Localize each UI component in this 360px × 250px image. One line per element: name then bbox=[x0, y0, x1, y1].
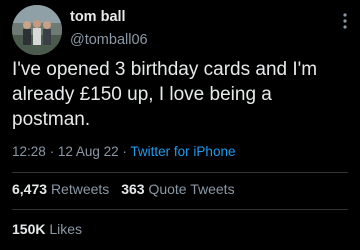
tweet-meta: 12:28 · 12 Aug 22 · Twitter for iPhone bbox=[12, 144, 235, 159]
retweets-count: 6,473 bbox=[12, 181, 48, 197]
display-name[interactable]: tom ball bbox=[70, 9, 126, 25]
likes-count: 150K bbox=[12, 221, 46, 237]
tweet-stats: 6,473 Retweets 363 Quote Tweets bbox=[12, 181, 243, 197]
tweet-date[interactable]: 12 Aug 22 bbox=[58, 144, 119, 159]
quotes-label: Quote Tweets bbox=[148, 181, 235, 197]
meta-separator: · bbox=[122, 144, 127, 159]
tweet-card: tom ball @tomball06 I've opened 3 birthd… bbox=[0, 0, 360, 250]
avatar-photo bbox=[12, 5, 62, 55]
retweets-label: Retweets bbox=[50, 181, 110, 197]
tweet-source-link[interactable]: Twitter for iPhone bbox=[130, 144, 235, 159]
divider bbox=[12, 209, 348, 210]
divider bbox=[12, 172, 348, 173]
more-options-icon[interactable] bbox=[342, 12, 348, 30]
meta-separator: · bbox=[49, 144, 55, 159]
tweet-time[interactable]: 12:28 bbox=[12, 144, 46, 159]
tweet-text: I've opened 3 birthday cards and I'm alr… bbox=[12, 59, 318, 130]
quotes-count: 363 bbox=[121, 181, 145, 197]
retweets-stat[interactable]: 6,473 Retweets bbox=[12, 181, 113, 197]
avatar[interactable] bbox=[12, 5, 62, 55]
likes-label: Likes bbox=[49, 221, 83, 237]
user-handle[interactable]: @tomball06 bbox=[70, 32, 148, 48]
quote-tweets-stat[interactable]: 363 Quote Tweets bbox=[121, 181, 234, 197]
likes-stat[interactable]: 150K Likes bbox=[12, 221, 82, 237]
